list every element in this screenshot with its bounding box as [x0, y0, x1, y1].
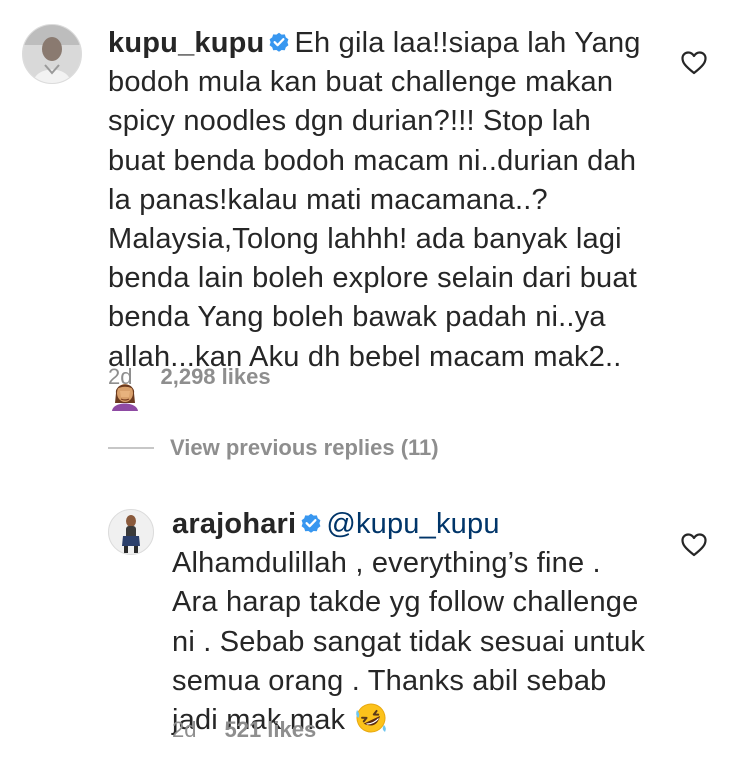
comment-line: buat benda bodoh macam ni..durian dah — [108, 144, 637, 177]
avatar[interactable] — [108, 509, 154, 555]
comment-line: bodoh mula kan buat challenge makan — [108, 66, 614, 99]
like-heart-icon[interactable] — [681, 533, 707, 557]
comment-body: kupu_kupu Eh gila laa!!siapa lah Yang bod… — [108, 24, 641, 416]
reply-meta: 2d 521 likes — [172, 717, 316, 743]
replies-divider — [108, 447, 154, 449]
reply-body: arajohari @kupu_kupu Alhamdulillah , ever… — [172, 505, 645, 740]
comment-line: benda Yang boleh bawak padah ni..ya — [108, 301, 606, 334]
comment-line: Eh gila laa!!siapa lah Yang — [294, 27, 641, 59]
comment-likes-count[interactable]: 2,298 likes — [160, 364, 270, 389]
reply-mention-link[interactable]: @kupu_kupu — [326, 508, 499, 540]
comment-username[interactable]: kupu_kupu — [108, 27, 264, 59]
comment-line: benda lain boleh explore selain dari bua… — [108, 262, 637, 295]
reply-username[interactable]: arajohari — [172, 508, 296, 540]
view-previous-replies-label[interactable]: View previous replies (11) — [170, 435, 439, 461]
reply-timestamp: 2d — [172, 717, 197, 742]
comment-first-line: kupu_kupu Eh gila laa!!siapa lah Yang — [108, 24, 641, 63]
reply-line: ni . Sebab sangat tidak sesuai untuk — [172, 625, 646, 658]
verified-badge-icon — [300, 512, 322, 534]
verified-badge-icon — [268, 31, 290, 53]
comment-line: la panas!kalau mati macamana..? — [108, 183, 548, 216]
comment-meta: 2d 2,298 likes — [108, 364, 271, 390]
reply-likes-count[interactable]: 521 likes — [224, 717, 316, 742]
comment-line: Malaysia,Tolong lahhh! ada banyak lagi — [108, 223, 622, 256]
reply-first-line: arajohari @kupu_kupu — [172, 505, 645, 544]
reply-line: semua orang . Thanks abil sebab — [172, 664, 607, 697]
comment-line: spicy noodles dgn durian?!!! Stop lah — [108, 105, 591, 138]
like-heart-icon[interactable] — [681, 51, 707, 75]
rolling-on-floor-laughing-emoji-icon — [354, 701, 388, 735]
comment-timestamp: 2d — [108, 364, 133, 389]
view-previous-replies-button[interactable]: View previous replies (11) — [108, 432, 439, 464]
reply-line: Ara harap takde yg follow challenge — [172, 586, 639, 619]
reply-line: Alhamdulillah , everything’s fine . — [172, 547, 601, 580]
avatar[interactable] — [22, 24, 82, 84]
